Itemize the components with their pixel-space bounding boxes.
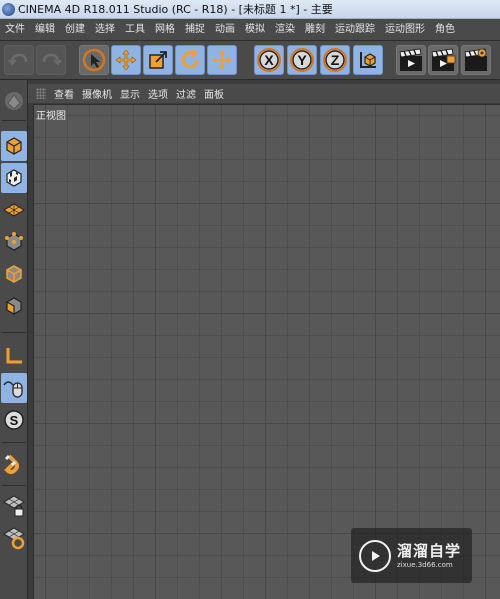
- panel-grip-icon[interactable]: [36, 88, 46, 99]
- viewport-menu-panel[interactable]: 面板: [202, 86, 230, 101]
- menu-render[interactable]: 渲染: [270, 19, 300, 41]
- menu-sculpt[interactable]: 雕刻: [300, 19, 330, 41]
- main-toolbar: X Y Z: [0, 41, 500, 80]
- z-axis-label: Z: [331, 52, 340, 68]
- viewport-label: 正视图: [36, 111, 66, 122]
- front-viewport[interactable]: 正视图: [33, 104, 500, 599]
- render-view-button[interactable]: [396, 45, 426, 75]
- axis-mode-icon: [6, 348, 22, 364]
- rotate-icon: [181, 48, 199, 69]
- window-title: CINEMA 4D R18.011 Studio (RC - R18) - [未…: [18, 3, 333, 16]
- menu-file[interactable]: 文件: [0, 19, 30, 41]
- viewport-menu-view[interactable]: 查看: [52, 86, 80, 101]
- tweak-mode-button[interactable]: [1, 373, 27, 403]
- live-selection-button[interactable]: [79, 45, 109, 75]
- points-mode-icon: [5, 232, 23, 251]
- menu-motion-tracker[interactable]: 运动跟踪: [330, 19, 380, 41]
- menu-snap[interactable]: 捕捉: [180, 19, 210, 41]
- undo-icon: [8, 53, 28, 66]
- cinema4d-logo-icon: [2, 2, 15, 16]
- viewport-menu-cameras[interactable]: 摄像机: [80, 86, 118, 101]
- x-axis-label: X: [264, 52, 274, 68]
- y-axis-lock-button[interactable]: Y: [287, 45, 317, 75]
- workplane-mode-icon: [3, 203, 25, 217]
- make-editable-icon: [5, 92, 23, 110]
- rotate-button[interactable]: [175, 45, 205, 75]
- separator: [2, 442, 26, 443]
- edges-mode-button[interactable]: [1, 259, 27, 289]
- watermark-main: 溜溜自学: [397, 541, 462, 560]
- y-axis-label: Y: [297, 52, 307, 68]
- title-bar: CINEMA 4D R18.011 Studio (RC - R18) - [未…: [0, 0, 500, 19]
- scale-button[interactable]: [143, 45, 173, 75]
- magnet-icon: [4, 454, 19, 474]
- move-button[interactable]: [111, 45, 141, 75]
- viewport-menu-options[interactable]: 选项: [146, 86, 174, 101]
- snap-button[interactable]: S: [1, 405, 27, 435]
- menu-simulate[interactable]: 模拟: [240, 19, 270, 41]
- z-axis-lock-icon: Z: [323, 48, 347, 72]
- snap-icon: S: [4, 410, 24, 430]
- render-to-picture-viewer-icon: [431, 48, 456, 71]
- polygons-mode-button[interactable]: [1, 291, 27, 321]
- menu-edit[interactable]: 编辑: [30, 19, 60, 41]
- viewport-menubar: 查看 摄像机 显示 选项 过滤 面板: [28, 84, 500, 103]
- render-view-icon: [399, 48, 422, 71]
- menu-select[interactable]: 选择: [90, 19, 120, 41]
- watermark-text: 溜溜自学 zixue.3d66.com: [397, 542, 461, 570]
- workplane-lock-button[interactable]: [1, 491, 27, 521]
- workplane-lock-icon: [3, 495, 25, 517]
- main-menubar: 文件 编辑 创建 选择 工具 网格 捕捉 动画 模拟 渲染 雕刻 运动跟踪 运动…: [0, 19, 500, 41]
- polygons-mode-icon: [6, 297, 22, 316]
- menu-tools[interactable]: 工具: [120, 19, 150, 41]
- separator: [2, 332, 26, 333]
- coordinate-system-icon: [360, 52, 376, 68]
- menu-animate[interactable]: 动画: [210, 19, 240, 41]
- live-selection-icon: [82, 48, 106, 72]
- menu-mesh[interactable]: 网格: [150, 19, 180, 41]
- watermark-sub: zixue.3d66.com: [397, 560, 453, 569]
- render-settings-icon: [464, 48, 487, 71]
- tweak-mode-icon: [3, 381, 23, 398]
- coordinate-system-button[interactable]: [353, 45, 383, 75]
- model-mode-button[interactable]: [1, 131, 27, 161]
- edges-mode-icon: [6, 265, 22, 283]
- redo-button[interactable]: [36, 45, 66, 75]
- render-settings-button[interactable]: [461, 45, 491, 75]
- magnet-button[interactable]: [1, 449, 27, 479]
- render-to-picture-viewer-button[interactable]: [428, 45, 458, 75]
- menu-create[interactable]: 创建: [60, 19, 90, 41]
- model-mode-icon: [6, 137, 22, 155]
- z-axis-lock-button[interactable]: Z: [320, 45, 350, 75]
- redo-icon: [42, 53, 62, 66]
- recent-tool-button[interactable]: [207, 45, 237, 75]
- texture-mode-button[interactable]: [1, 163, 27, 193]
- watermark-logo-icon: [359, 539, 391, 572]
- grid-snap-button[interactable]: [1, 523, 27, 553]
- grid-snap-icon: [3, 527, 25, 550]
- axis-mode-button[interactable]: [1, 341, 27, 371]
- recent-tool-icon: [212, 50, 232, 70]
- move-icon: [115, 49, 137, 71]
- texture-mode-icon: [6, 169, 22, 187]
- menu-mograph[interactable]: 运动图形: [380, 19, 430, 41]
- mode-palette: S: [0, 80, 28, 599]
- scale-icon: [149, 51, 167, 69]
- x-axis-lock-button[interactable]: X: [254, 45, 284, 75]
- y-axis-lock-icon: Y: [290, 48, 314, 72]
- make-editable-button[interactable]: [1, 86, 27, 116]
- undo-button[interactable]: [4, 45, 34, 75]
- snap-label: S: [10, 413, 19, 428]
- separator: [2, 485, 26, 486]
- separator: [2, 120, 26, 121]
- viewport-menu-display[interactable]: 显示: [118, 86, 146, 101]
- menu-character[interactable]: 角色: [430, 19, 460, 41]
- viewport-menu-filter[interactable]: 过滤: [174, 86, 202, 101]
- watermark: 溜溜自学 zixue.3d66.com: [351, 528, 472, 583]
- x-axis-lock-icon: X: [257, 48, 281, 72]
- points-mode-button[interactable]: [1, 227, 27, 257]
- workplane-mode-button[interactable]: [1, 195, 27, 225]
